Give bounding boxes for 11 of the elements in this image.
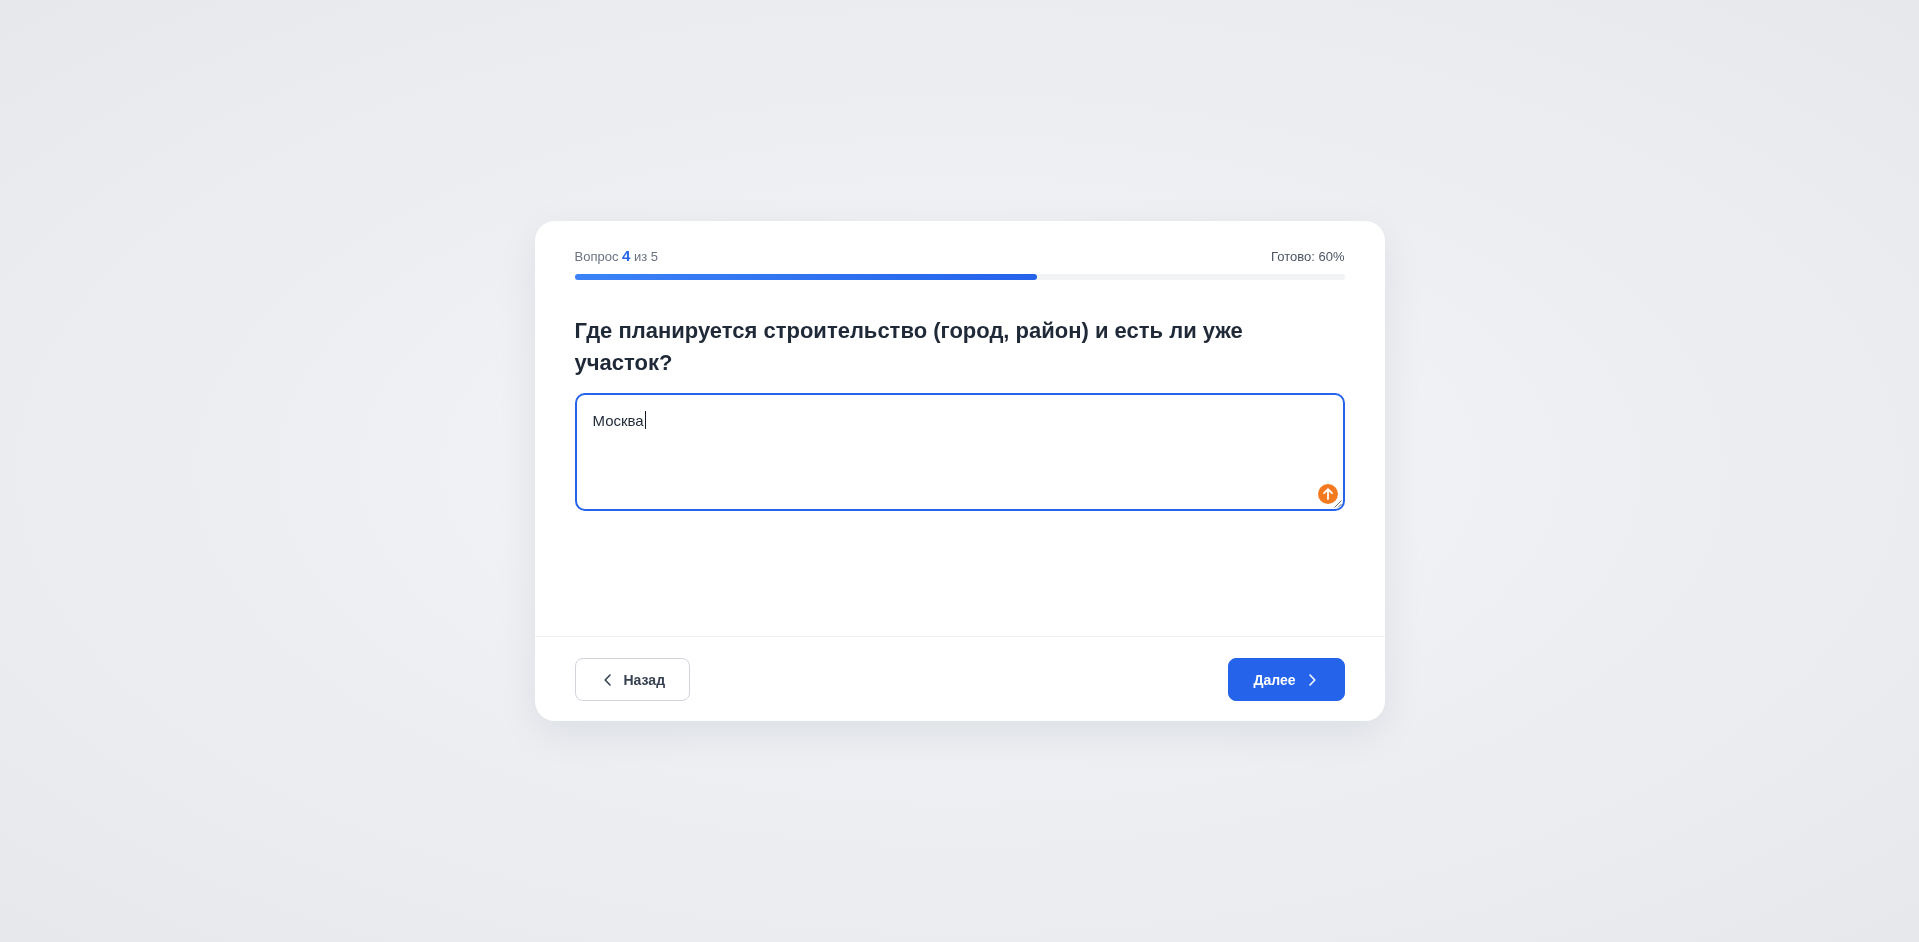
chevron-left-icon: [603, 673, 611, 686]
answer-field[interactable]: Москва: [574, 393, 1345, 511]
chevron-right-icon: [1308, 673, 1316, 686]
back-button[interactable]: Назад: [574, 658, 690, 701]
progress-label: Готово: 60%: [1271, 249, 1345, 265]
arrow-up-icon[interactable]: [1317, 484, 1338, 504]
text-cursor-icon: [644, 411, 646, 429]
question-counter: Вопрос 4 из 5: [574, 248, 659, 265]
question-title: Где планируется строительство (город, район) и есть ли уже участок?: [574, 317, 1244, 377]
resize-grip-icon[interactable]: [1333, 500, 1342, 508]
next-button[interactable]: Далее: [1228, 658, 1345, 701]
